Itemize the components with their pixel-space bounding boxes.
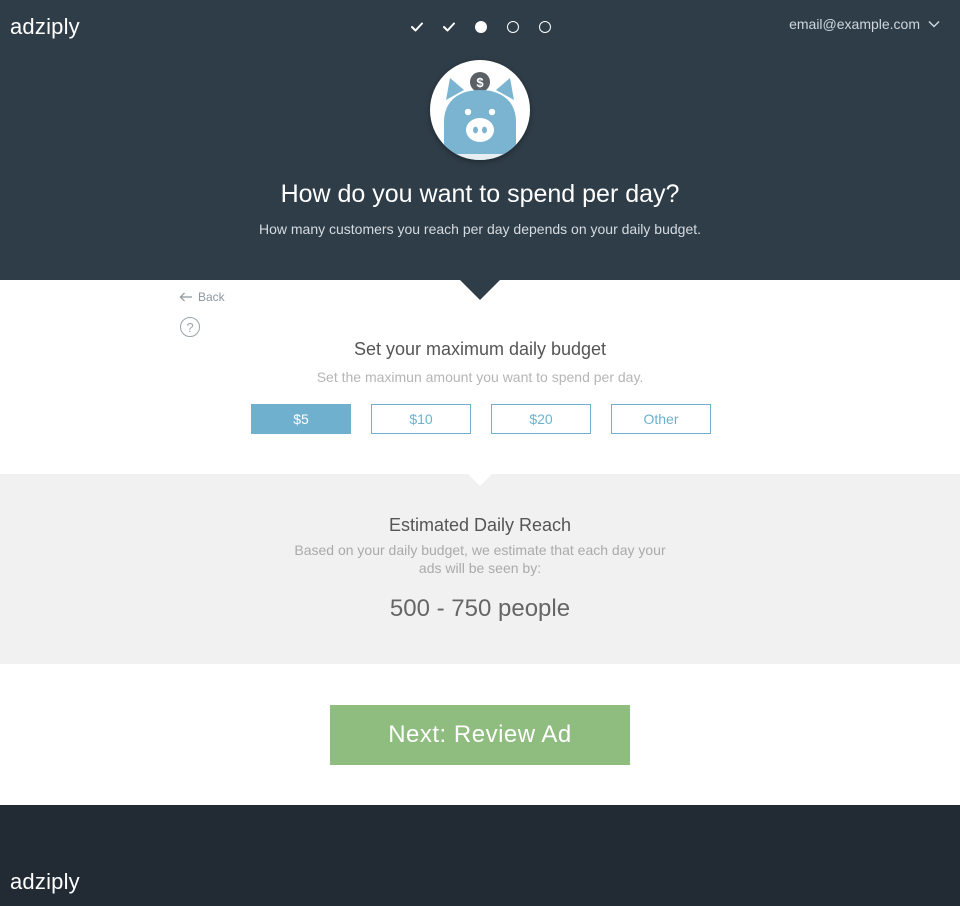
- header-pointer: [460, 280, 500, 300]
- reach-value: 500 - 750 people: [389, 595, 571, 622]
- filled-circle-icon: [475, 21, 487, 33]
- next-section: Next: Review Ad: [0, 664, 960, 805]
- page: adziply email@example.com $ How do you w…: [0, 0, 960, 906]
- page-subtitle: How many customers you reach per day dep…: [258, 221, 702, 237]
- header: adziply email@example.com $ How do you w…: [0, 0, 960, 300]
- budget-option-20[interactable]: $20: [491, 404, 591, 434]
- reach-description: Based on your daily budget, we estimate …: [294, 542, 666, 576]
- check-icon: [411, 22, 423, 32]
- step-1: [409, 19, 425, 35]
- progress-steps: [409, 19, 553, 35]
- step-2: [441, 19, 457, 35]
- budget-title: Set your maximum daily budget: [353, 339, 607, 359]
- budget-options: $5 $10 $20 Other: [251, 404, 711, 434]
- account-menu[interactable]: email@example.com: [789, 16, 940, 32]
- svg-text:$: $: [476, 75, 484, 90]
- budget-pointer: [468, 474, 492, 486]
- circle-outline-icon: [507, 21, 519, 33]
- account-email: email@example.com: [789, 16, 920, 32]
- budget-option-5[interactable]: $5: [251, 404, 351, 434]
- budget-option-10[interactable]: $10: [371, 404, 471, 434]
- reach-section: Estimated Daily Reach Based on your dail…: [0, 474, 960, 664]
- next-review-ad-button[interactable]: Next: Review Ad: [330, 705, 630, 765]
- step-3: [473, 19, 489, 35]
- chevron-down-icon: [928, 20, 940, 28]
- budget-subtitle: Set the maximun amount you want to spend…: [316, 369, 644, 385]
- step-5: [537, 19, 553, 35]
- budget-section: Back ? Set your maximum daily budget Set…: [0, 280, 960, 486]
- footer: adziply: [0, 805, 960, 906]
- back-link[interactable]: Back: [179, 290, 225, 304]
- question-circle-icon[interactable]: ?: [180, 317, 200, 337]
- circle-outline-icon: [539, 21, 551, 33]
- budget-option-other[interactable]: Other: [611, 404, 711, 434]
- piggy-bank-badge: $: [430, 60, 530, 160]
- piggy-bank-icon: $: [444, 72, 516, 160]
- footer-logo[interactable]: adziply: [10, 869, 80, 895]
- arrow-left-icon: [179, 292, 192, 302]
- reach-title: Estimated Daily Reach: [388, 515, 572, 535]
- logo[interactable]: adziply: [10, 14, 80, 40]
- step-4: [505, 19, 521, 35]
- back-label: Back: [198, 290, 225, 304]
- page-title: How do you want to spend per day?: [280, 180, 680, 208]
- check-icon: [443, 22, 455, 32]
